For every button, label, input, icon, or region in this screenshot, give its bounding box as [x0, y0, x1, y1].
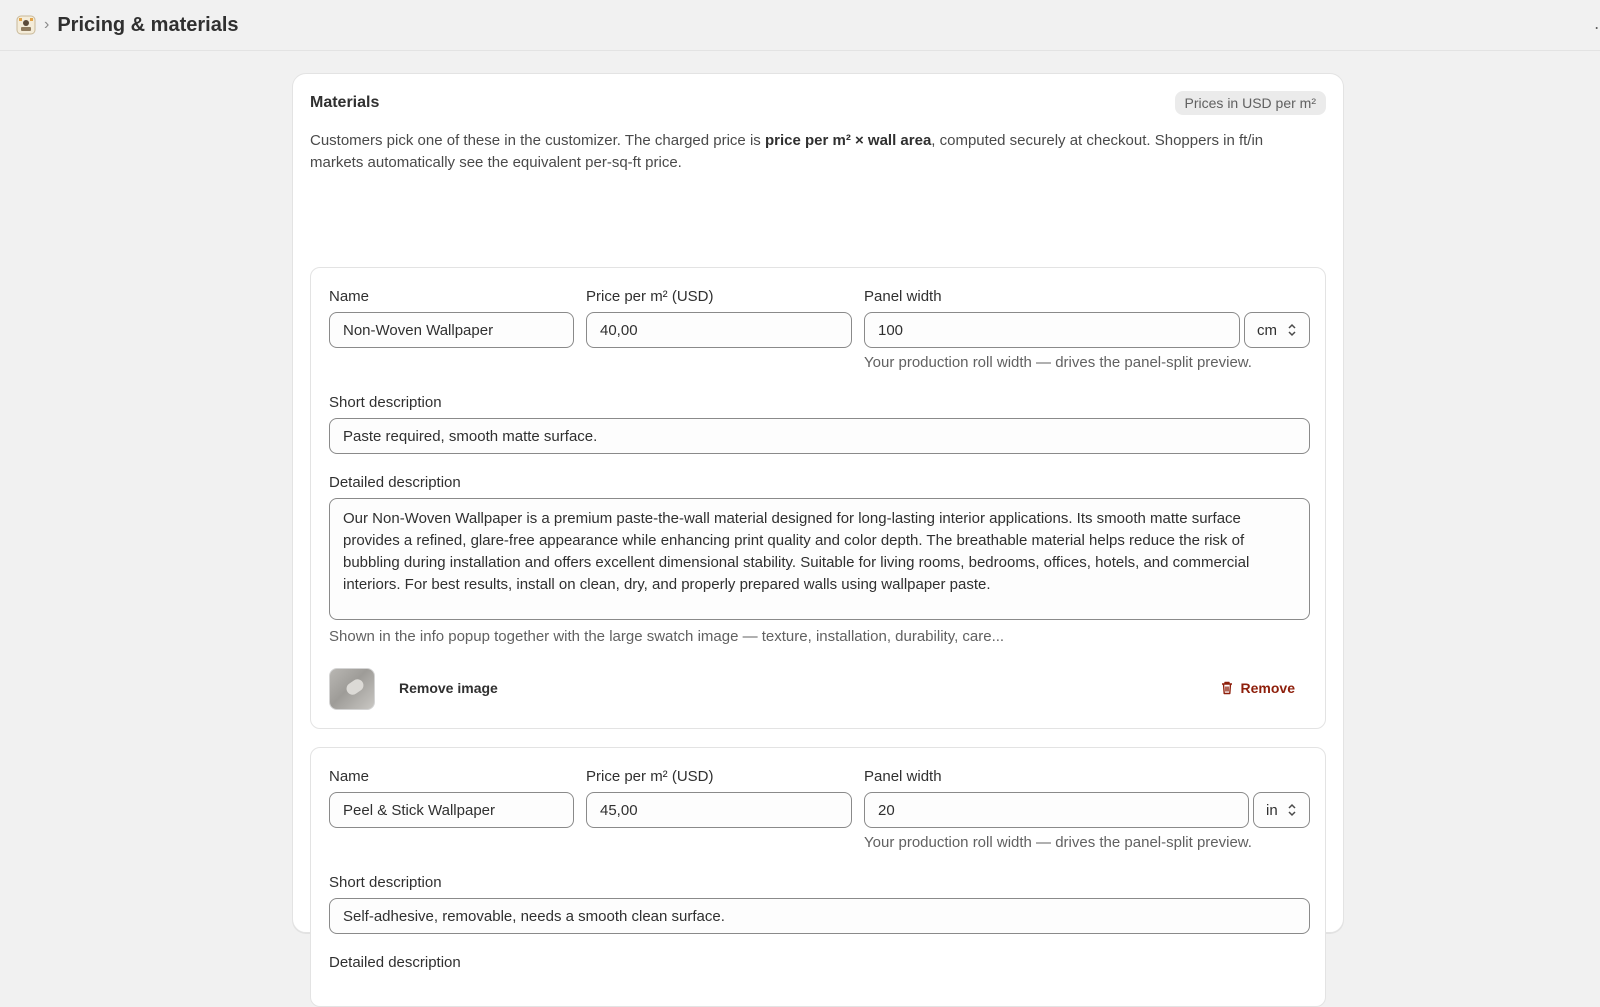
name-input[interactable]: Non-Woven Wallpaper	[329, 312, 574, 348]
page-title: Pricing & materials	[57, 13, 239, 36]
name-label: Name	[329, 288, 370, 305]
panel-width-input[interactable]: 100	[864, 312, 1240, 348]
panel-width-help: Your production roll width — drives the …	[864, 834, 1252, 851]
detailed-description-label: Detailed description	[329, 474, 461, 491]
unit-select[interactable]: in	[1253, 792, 1310, 828]
short-description-input[interactable]: Paste required, smooth matte surface.	[329, 418, 1310, 454]
unit-select[interactable]: cm	[1244, 312, 1310, 348]
panel-width-label: Panel width	[864, 768, 942, 785]
detailed-description-label: Detailed description	[329, 954, 461, 971]
remove-material-button[interactable]: Remove	[1219, 680, 1295, 696]
material-item: Name Non-Woven Wallpaper Price per m² (U…	[310, 267, 1326, 729]
select-chevron-icon	[1287, 322, 1297, 338]
price-input[interactable]: 40,00	[586, 312, 852, 348]
card-title: Materials	[310, 94, 380, 111]
unit-value: cm	[1257, 321, 1277, 339]
currency-badge: Prices in USD per m²	[1174, 91, 1326, 115]
name-input[interactable]: Peel & Stick Wallpaper	[329, 792, 574, 828]
short-description-label: Short description	[329, 874, 442, 891]
short-description-input[interactable]: Self-adhesive, removable, needs a smooth…	[329, 898, 1310, 934]
intro-formula: price per m² × wall area	[764, 132, 932, 149]
material-item: Name Peel & Stick Wallpaper Price per m²…	[310, 747, 1326, 1007]
panel-width-label: Panel width	[864, 288, 942, 305]
price-label: Price per m² (USD)	[586, 768, 714, 785]
top-bar: › Pricing & materials ⋯	[0, 0, 1600, 51]
more-actions-icon[interactable]: ⋯	[1594, 18, 1600, 32]
price-label: Price per m² (USD)	[586, 288, 714, 305]
breadcrumb-chevron-icon: ›	[44, 16, 50, 33]
app-logo-icon[interactable]	[16, 15, 36, 35]
price-input[interactable]: 45,00	[586, 792, 852, 828]
material-swatch-image	[329, 668, 375, 710]
panel-width-help: Your production roll width — drives the …	[864, 354, 1252, 371]
name-label: Name	[329, 768, 370, 785]
intro-text-start: Customers pick one of these in the custo…	[310, 132, 765, 149]
materials-intro: Customers pick one of these in the custo…	[310, 130, 1320, 174]
trash-icon	[1221, 681, 1232, 695]
select-chevron-icon	[1287, 802, 1297, 818]
materials-card: Materials Prices in USD per m² Customers…	[292, 73, 1344, 1007]
short-description-label: Short description	[329, 394, 442, 411]
detailed-description-textarea[interactable]: Our Non-Woven Wallpaper is a premium pas…	[329, 498, 1310, 620]
panel-width-input[interactable]: 20	[864, 792, 1249, 828]
detailed-description-help: Shown in the info popup together with th…	[329, 628, 1005, 645]
remove-label: Remove	[1240, 680, 1295, 696]
unit-value: in	[1266, 801, 1278, 819]
remove-image-button[interactable]: Remove image	[399, 680, 498, 696]
